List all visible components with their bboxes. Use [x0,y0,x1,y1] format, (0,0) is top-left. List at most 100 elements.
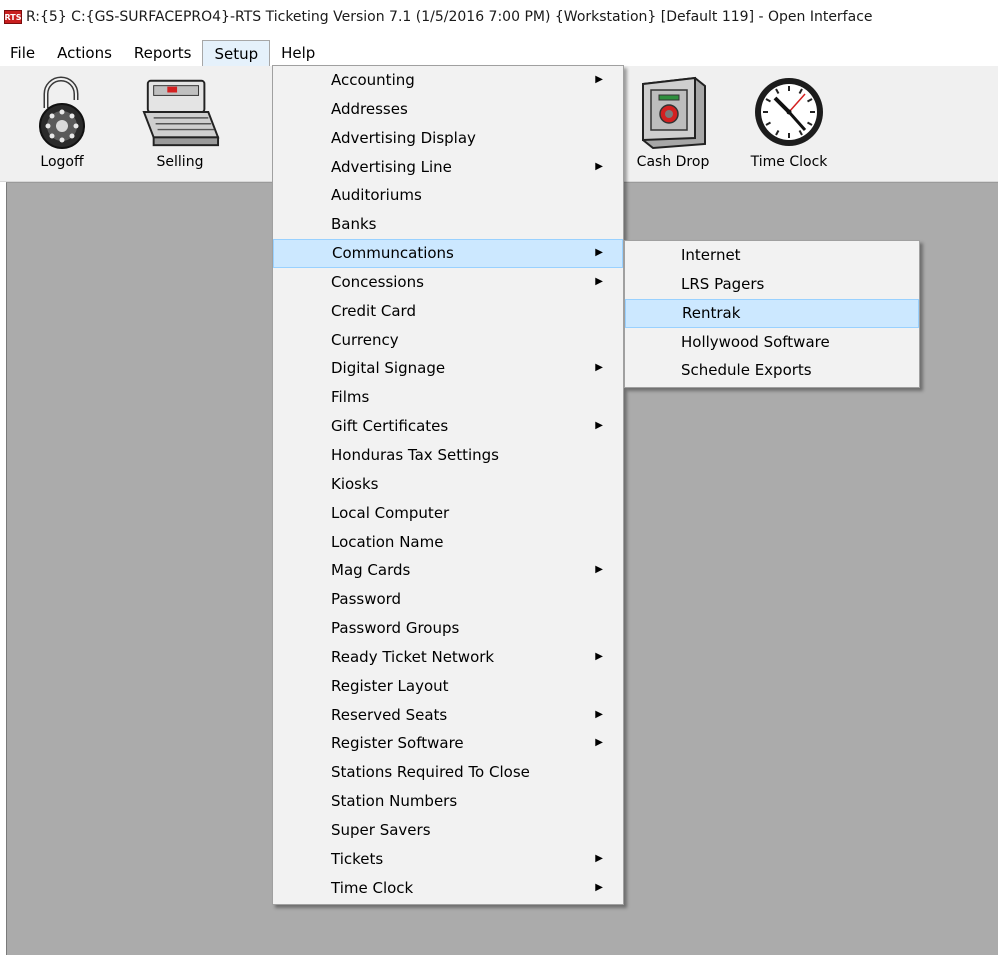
setup-item-register-layout[interactable]: Register Layout [273,672,623,701]
setup-item-concessions[interactable]: Concessions ▶ [273,268,623,297]
setup-item-kiosks[interactable]: Kiosks [273,470,623,499]
menu-help[interactable]: Help [270,40,326,66]
menu-item-label: Station Numbers [331,792,458,811]
setup-item-tickets[interactable]: Tickets ▶ [273,845,623,874]
menu-item-label: Mag Cards [331,561,411,580]
menu-item-label: Honduras Tax Settings [331,445,499,464]
setup-item-register-software[interactable]: Register Software ▶ [273,729,623,758]
menu-item-label: Banks [331,215,377,234]
setup-item-time-clock[interactable]: Time Clock ▶ [273,874,623,903]
setup-item-reserved-seats[interactable]: Reserved Seats ▶ [273,701,623,730]
setup-item-advertising-line[interactable]: Advertising Line ▶ [273,153,623,182]
menu-item-label: Gift Certificates [331,417,449,436]
menu-item-label: Tickets [331,849,384,868]
window-title: R:{5} C:{GS-SURFACEPRO4}-RTS Ticketing V… [26,9,873,25]
submenu-arrow-icon: ▶ [595,708,603,720]
menu-item-label: Accounting [331,71,415,89]
setup-item-addresses[interactable]: Addresses [273,95,623,124]
submenu-arrow-icon: ▶ [595,737,603,749]
menu-item-label: Auditoriums [331,186,422,205]
menu-item-label: Concessions [331,272,424,291]
setup-item-ready-ticket-network[interactable]: Ready Ticket Network ▶ [273,643,623,672]
submenu-arrow-icon: ▶ [595,650,603,662]
clock-icon [749,74,829,150]
menu-item-label: Schedule Exports [681,361,812,380]
menu-item-label: Advertising Display [331,128,476,147]
menu-reports[interactable]: Reports [123,40,203,66]
app-logo-icon: RTS [4,10,22,24]
submenu-arrow-icon: ▶ [595,275,603,287]
menu-item-label: Advertising Line [331,157,452,176]
comm-item-hollywood-software[interactable]: Hollywood Software [625,328,919,357]
setup-item-location-name[interactable]: Location Name [273,528,623,557]
setup-item-honduras-tax-settings[interactable]: Honduras Tax Settings [273,441,623,470]
menu-item-label: Internet [681,246,741,264]
menu-bar: File Actions Reports Setup Help [0,40,998,66]
comm-item-schedule-exports[interactable]: Schedule Exports [625,356,919,385]
setup-item-credit-card[interactable]: Credit Card [273,297,623,326]
menu-item-label: Films [331,388,370,407]
menu-item-label: Register Layout [331,676,449,695]
menu-actions[interactable]: Actions [46,40,123,66]
setup-item-station-numbers[interactable]: Station Numbers [273,787,623,816]
menu-item-label: Password [331,590,402,609]
setup-item-auditoriums[interactable]: Auditoriums [273,181,623,210]
menu-item-label: Ready Ticket Network [331,647,495,666]
setup-item-gift-certificates[interactable]: Gift Certificates ▶ [273,412,623,441]
menu-item-label: Super Savers [331,820,431,839]
submenu-arrow-icon: ▶ [595,564,603,576]
cash-register-icon [140,74,220,150]
communications-submenu: Internet LRS Pagers Rentrak Hollywood Softw… [624,240,920,388]
menu-item-label: Credit Card [331,301,416,320]
menu-item-label: LRS Pagers [681,274,765,293]
safe-icon [633,74,713,150]
logoff-label: Logoff [40,154,84,170]
submenu-arrow-icon: ▶ [595,247,603,259]
menu-item-label: Currency [331,330,399,349]
setup-item-password[interactable]: Password [273,585,623,614]
selling-button[interactable]: Selling [140,74,220,170]
submenu-arrow-icon: ▶ [595,852,603,864]
cash-drop-button[interactable]: Cash Drop [633,74,713,170]
setup-item-films[interactable]: Films [273,383,623,412]
comm-item-internet[interactable]: Internet [625,241,919,270]
menu-file[interactable]: File [0,40,46,66]
cash-drop-label: Cash Drop [636,154,710,170]
menu-item-label: Addresses [331,99,408,118]
setup-item-banks[interactable]: Banks [273,210,623,239]
menu-item-label: Communcations [332,244,454,263]
setup-item-local-computer[interactable]: Local Computer [273,499,623,528]
submenu-arrow-icon: ▶ [595,74,603,85]
setup-item-super-savers[interactable]: Super Savers [273,816,623,845]
comm-item-lrs-pagers[interactable]: LRS Pagers [625,270,919,299]
padlock-icon [22,74,102,150]
selling-label: Selling [156,154,204,170]
setup-item-communcations[interactable]: Communcations ▶ [273,239,623,268]
setup-item-password-groups[interactable]: Password Groups [273,614,623,643]
setup-item-stations-required-to-close[interactable]: Stations Required To Close [273,758,623,787]
time-clock-button[interactable]: Time Clock [749,74,829,170]
setup-item-digital-signage[interactable]: Digital Signage ▶ [273,354,623,383]
menu-setup[interactable]: Setup [202,40,271,66]
menu-item-label: Location Name [331,532,444,551]
submenu-arrow-icon: ▶ [595,881,603,893]
submenu-arrow-icon: ▶ [595,160,603,172]
time-clock-label: Time Clock [750,154,828,170]
setup-item-advertising-display[interactable]: Advertising Display [273,124,623,153]
comm-item-rentrak[interactable]: Rentrak [625,298,919,328]
menu-item-label: Register Software [331,734,464,753]
setup-dropdown-menu: Accounting ▶ Addresses Advertising Display A… [272,65,624,905]
menu-item-label: Reserved Seats [331,705,448,724]
setup-item-mag-cards[interactable]: Mag Cards ▶ [273,556,623,585]
setup-item-accounting[interactable]: Accounting ▶ [273,66,623,95]
menu-item-label: Digital Signage [331,359,446,378]
menu-item-label: Stations Required To Close [331,763,530,782]
submenu-arrow-icon: ▶ [595,362,603,374]
logoff-button[interactable]: Logoff [22,74,102,170]
menu-item-label: Time Clock [331,878,414,897]
setup-item-currency[interactable]: Currency [273,326,623,355]
menu-item-label: Hollywood Software [681,332,830,351]
submenu-arrow-icon: ▶ [595,420,603,432]
title-bar: RTS R:{5} C:{GS-SURFACEPRO4}-RTS Ticketi… [0,0,998,34]
menu-item-label: Password Groups [331,619,460,638]
